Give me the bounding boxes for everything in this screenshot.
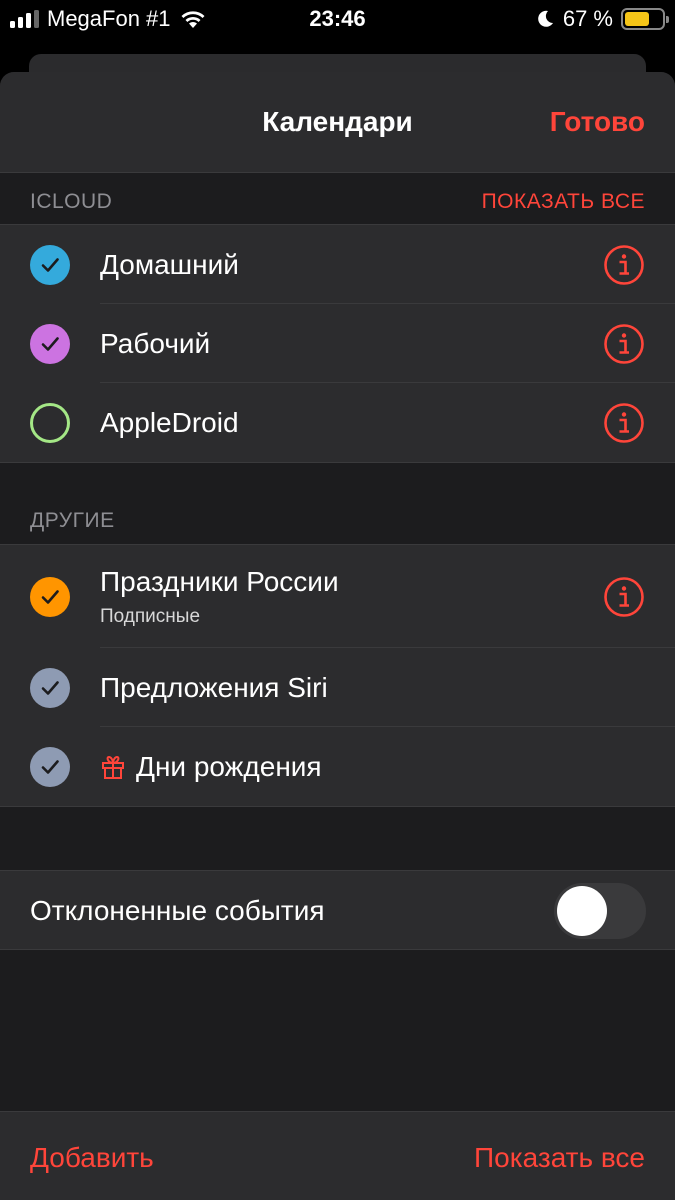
toggle-knob <box>557 886 607 936</box>
add-calendar-button[interactable]: Добавить <box>30 1142 154 1174</box>
calendars-sheet: Календари Готово ICLOUD ПОКАЗАТЬ ВСЕ Дом… <box>0 72 675 1200</box>
checkmark-icon[interactable] <box>30 244 70 285</box>
section-title-icloud: ICLOUD <box>30 190 113 213</box>
show-all-icloud-button[interactable]: ПОКАЗАТЬ ВСЕ <box>482 190 645 214</box>
calendar-row-birthdays[interactable]: Дни рождения <box>0 727 675 806</box>
battery-icon <box>621 8 669 30</box>
moon-icon <box>538 10 553 27</box>
section-title-other: ДРУГИЕ <box>30 509 115 532</box>
calendar-row-work[interactable]: Рабочий <box>0 304 675 383</box>
calendar-row-appledroid[interactable]: AppleDroid <box>0 383 675 462</box>
checkmark-icon[interactable] <box>30 576 70 617</box>
checkmark-icon[interactable] <box>30 323 70 364</box>
calendar-name: Домашний <box>100 248 239 280</box>
calendar-name: Предложения Siri <box>100 671 328 703</box>
declined-events-toggle[interactable] <box>554 883 646 939</box>
info-icon[interactable] <box>603 402 645 444</box>
checkmark-icon[interactable] <box>30 746 70 787</box>
icloud-calendar-list: Домашний Рабочий AppleDroid <box>0 224 675 463</box>
checkmark-icon[interactable] <box>30 667 70 708</box>
info-icon[interactable] <box>603 323 645 365</box>
declined-events-label: Отклоненные события <box>30 895 325 926</box>
section-header-other: ДРУГИЕ <box>0 492 675 544</box>
declined-events-row: Отклоненные события <box>0 870 675 950</box>
navigation-bar: Календари Готово <box>0 72 675 173</box>
calendar-subtitle: Подписные <box>100 605 201 627</box>
unchecked-circle-icon[interactable] <box>30 402 70 443</box>
calendar-row-russian-holidays[interactable]: Праздники России Подписные <box>0 545 675 648</box>
calendar-name: Праздники России <box>100 565 339 597</box>
calendar-name: Дни рождения <box>136 750 322 782</box>
done-button[interactable]: Готово <box>550 106 645 138</box>
info-icon[interactable] <box>603 576 645 618</box>
gift-icon <box>102 755 124 779</box>
section-header-icloud: ICLOUD ПОКАЗАТЬ ВСЕ <box>0 173 675 225</box>
battery-percent: 67 % <box>562 6 613 31</box>
show-all-button[interactable]: Показать все <box>474 1142 645 1174</box>
bottom-toolbar: Добавить Показать все <box>0 1111 675 1200</box>
calendar-name: Рабочий <box>100 327 211 359</box>
calendar-name: AppleDroid <box>100 406 239 438</box>
calendar-row-home[interactable]: Домашний <box>0 225 675 304</box>
info-icon[interactable] <box>603 244 645 286</box>
status-bar: MegaFon #1 23:46 67 % <box>0 0 675 40</box>
calendar-row-siri-suggestions[interactable]: Предложения Siri <box>0 648 675 727</box>
other-calendar-list: Праздники России Подписные Предложения S… <box>0 544 675 807</box>
